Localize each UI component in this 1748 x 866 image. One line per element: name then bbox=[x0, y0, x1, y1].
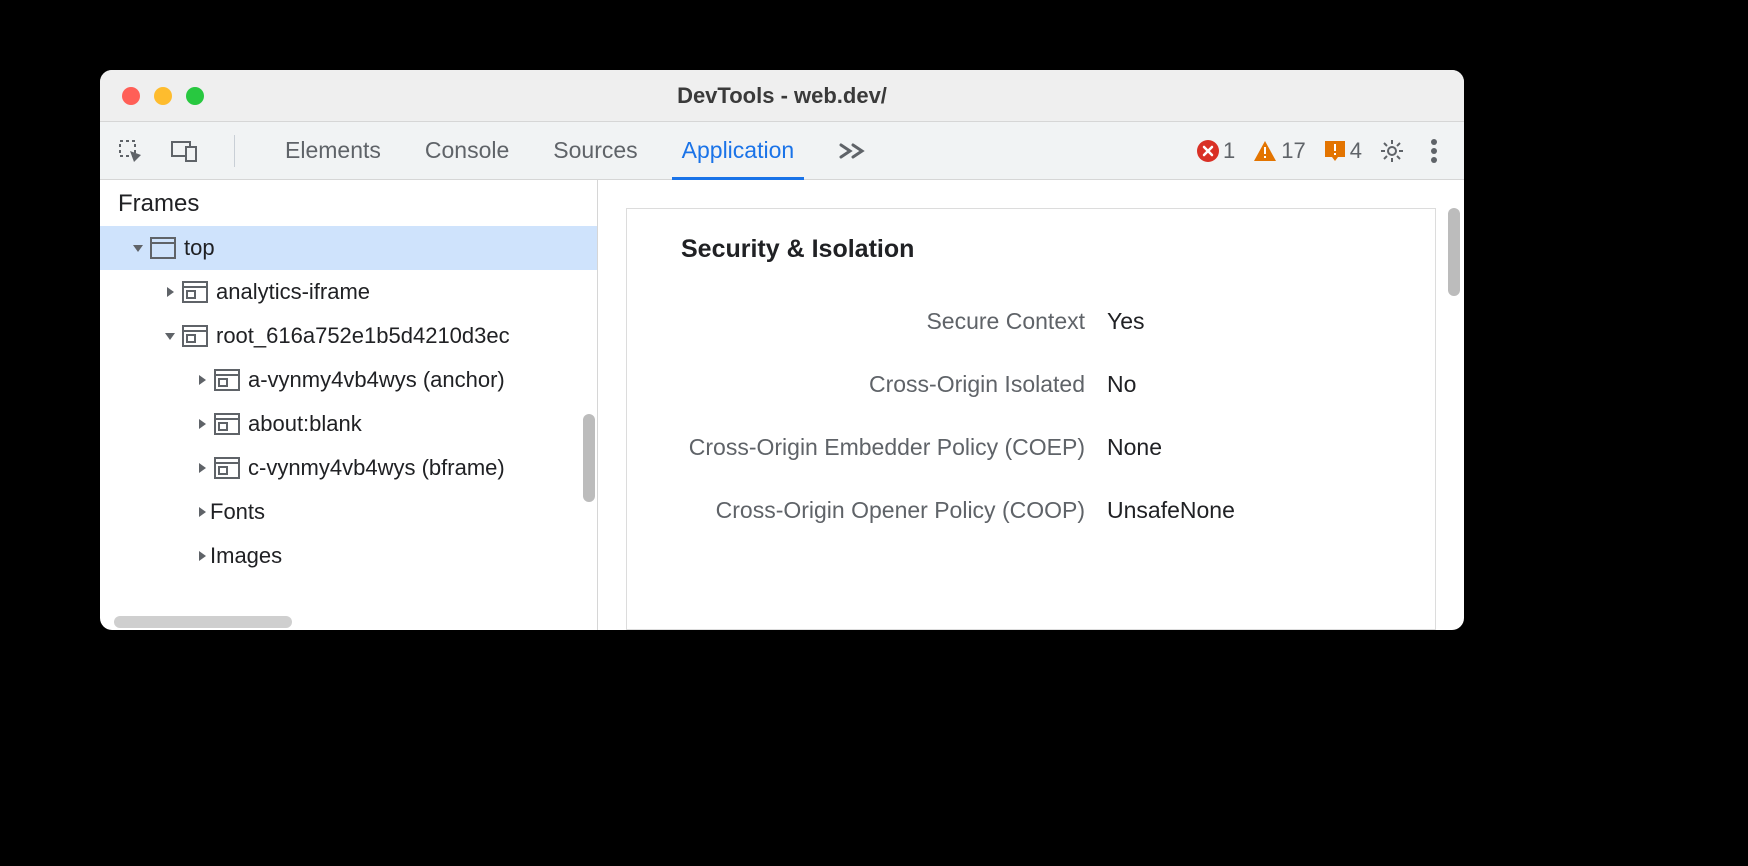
error-icon bbox=[1197, 140, 1219, 162]
tree-item-label: c-vynmy4vb4wys (bframe) bbox=[248, 455, 505, 481]
expand-arrow-icon[interactable] bbox=[194, 505, 210, 519]
errors-count: 1 bbox=[1223, 138, 1235, 164]
tree-item-label: Fonts bbox=[210, 499, 265, 525]
devtools-window: DevTools - web.dev/ Elements Console Sou… bbox=[100, 70, 1464, 630]
tree-item[interactable]: c-vynmy4vb4wys (bframe) bbox=[100, 446, 597, 490]
sidebar-section-header: Frames bbox=[100, 180, 597, 226]
zoom-window-button[interactable] bbox=[186, 87, 204, 105]
toolbar-divider bbox=[234, 135, 235, 167]
issue-icon bbox=[1324, 140, 1346, 162]
device-toggle-button[interactable] bbox=[166, 133, 202, 169]
settings-button[interactable] bbox=[1374, 133, 1410, 169]
errors-indicator[interactable]: 1 bbox=[1191, 138, 1241, 164]
expand-arrow-icon[interactable] bbox=[162, 285, 178, 299]
more-tabs-button[interactable] bbox=[816, 122, 888, 179]
tab-sources[interactable]: Sources bbox=[531, 122, 659, 179]
tree-item-label: about:blank bbox=[248, 411, 362, 437]
iframe-icon bbox=[182, 281, 208, 303]
inspect-element-button[interactable] bbox=[112, 133, 148, 169]
property-value: None bbox=[1107, 434, 1162, 461]
property-key: Secure Context bbox=[627, 308, 1107, 335]
tab-elements[interactable]: Elements bbox=[263, 122, 403, 179]
tab-application[interactable]: Application bbox=[660, 122, 817, 179]
window-icon bbox=[150, 237, 176, 259]
frames-tree: topanalytics-iframe root_616a752e1b5d4210… bbox=[100, 226, 597, 630]
security-isolation-card: Security & Isolation Secure ContextYesCr… bbox=[626, 208, 1436, 630]
tree-item-label: a-vynmy4vb4wys (anchor) bbox=[248, 367, 505, 393]
property-key: Cross-Origin Opener Policy (COOP) bbox=[627, 497, 1107, 524]
application-panel: Frames topanalytics-iframe root_616a752e1… bbox=[100, 180, 1464, 630]
sidebar: Frames topanalytics-iframe root_616a752e1… bbox=[100, 180, 598, 630]
property-row: Cross-Origin Embedder Policy (COEP)None bbox=[627, 416, 1435, 479]
property-key: Cross-Origin Embedder Policy (COEP) bbox=[627, 434, 1107, 461]
collapse-arrow-icon[interactable] bbox=[130, 241, 146, 255]
expand-arrow-icon[interactable] bbox=[194, 461, 210, 475]
warning-icon bbox=[1253, 140, 1277, 162]
more-options-button[interactable] bbox=[1416, 133, 1452, 169]
tree-item-label: Images bbox=[210, 543, 282, 569]
sidebar-vertical-scrollbar[interactable] bbox=[583, 414, 595, 502]
detail-pane: Security & Isolation Secure ContextYesCr… bbox=[598, 180, 1464, 630]
sidebar-horizontal-scrollbar[interactable] bbox=[114, 616, 292, 628]
tree-item[interactable]: root_616a752e1b5d4210d3ec bbox=[100, 314, 597, 358]
iframe-icon bbox=[214, 457, 240, 479]
tree-item-label: analytics-iframe bbox=[216, 279, 370, 305]
issues-count: 4 bbox=[1350, 138, 1362, 164]
property-row: Cross-Origin IsolatedNo bbox=[627, 353, 1435, 416]
property-row: Cross-Origin Opener Policy (COOP)UnsafeN… bbox=[627, 479, 1435, 542]
iframe-icon bbox=[214, 369, 240, 391]
warnings-count: 17 bbox=[1281, 138, 1305, 164]
tree-item[interactable]: Fonts bbox=[100, 490, 597, 534]
expand-arrow-icon[interactable] bbox=[194, 549, 210, 563]
close-window-button[interactable] bbox=[122, 87, 140, 105]
devtools-toolbar: Elements Console Sources Application 1 bbox=[100, 122, 1464, 180]
tree-item[interactable]: a-vynmy4vb4wys (anchor) bbox=[100, 358, 597, 402]
tree-item-label: root_616a752e1b5d4210d3ec bbox=[216, 323, 510, 349]
panel-tabs: Elements Console Sources Application bbox=[263, 122, 888, 179]
property-row: Secure ContextYes bbox=[627, 290, 1435, 353]
tree-item[interactable]: about:blank bbox=[100, 402, 597, 446]
collapse-arrow-icon[interactable] bbox=[162, 329, 178, 343]
issues-indicator[interactable]: 4 bbox=[1318, 138, 1368, 164]
window-title: DevTools - web.dev/ bbox=[100, 83, 1464, 109]
warnings-indicator[interactable]: 17 bbox=[1247, 138, 1311, 164]
property-value: UnsafeNone bbox=[1107, 497, 1235, 524]
tree-item[interactable]: analytics-iframe bbox=[100, 270, 597, 314]
expand-arrow-icon[interactable] bbox=[194, 373, 210, 387]
titlebar: DevTools - web.dev/ bbox=[100, 70, 1464, 122]
expand-arrow-icon[interactable] bbox=[194, 417, 210, 431]
iframe-icon bbox=[182, 325, 208, 347]
property-value: Yes bbox=[1107, 308, 1145, 335]
minimize-window-button[interactable] bbox=[154, 87, 172, 105]
detail-vertical-scrollbar[interactable] bbox=[1448, 208, 1460, 296]
traffic-lights bbox=[100, 87, 204, 105]
property-key: Cross-Origin Isolated bbox=[627, 371, 1107, 398]
tab-console[interactable]: Console bbox=[403, 122, 531, 179]
property-value: No bbox=[1107, 371, 1136, 398]
tree-item[interactable]: Images bbox=[100, 534, 597, 578]
tree-item-label: top bbox=[184, 235, 215, 261]
iframe-icon bbox=[214, 413, 240, 435]
section-title: Security & Isolation bbox=[627, 235, 1435, 264]
tree-item[interactable]: top bbox=[100, 226, 597, 270]
